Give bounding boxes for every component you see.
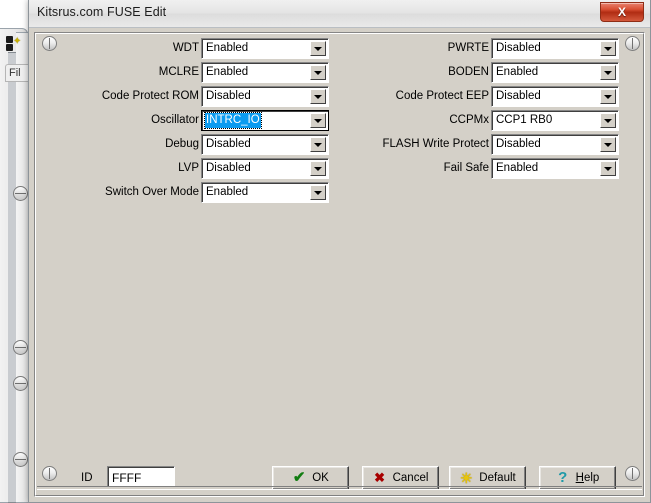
help-button-label: Help (576, 472, 600, 484)
fuse-label: WDT (0, 42, 199, 54)
fuse-combobox[interactable]: Disabled (491, 134, 619, 155)
fuse-edit-dialog: Kitsrus.com FUSE Edit X WDTEnabledMCLREE… (28, 0, 651, 503)
fuse-label: LVP (0, 162, 199, 174)
id-input[interactable] (107, 466, 175, 487)
fuse-combobox-value: Disabled (496, 138, 541, 150)
fuse-combobox[interactable]: Disabled (491, 38, 619, 59)
background-splitter-handle-3[interactable] (13, 376, 28, 391)
fuse-combobox-value: Enabled (206, 186, 248, 198)
fuse-row: Code Protect EEPDisabled (359, 86, 619, 109)
fuse-label: PWRTE (279, 42, 489, 54)
help-label-rest: elp (584, 472, 599, 484)
question-icon: ? (556, 471, 570, 485)
sun-icon: ☀ (459, 471, 473, 485)
fuse-row: PWRTEDisabled (359, 38, 619, 61)
fuse-label: Oscillator (0, 114, 199, 126)
fuse-label: Code Protect EEP (279, 90, 489, 102)
fuse-row: FLASH Write ProtectDisabled (359, 134, 619, 157)
window-title: Kitsrus.com FUSE Edit (37, 5, 166, 19)
footer-separator (37, 486, 642, 490)
chevron-down-icon[interactable] (600, 137, 616, 152)
fuse-label: CCPMx (279, 114, 489, 126)
fuse-combobox-value: Disabled (496, 42, 541, 54)
fuse-combobox[interactable]: Disabled (491, 86, 619, 107)
fuse-combobox-value: Disabled (206, 162, 251, 174)
help-accel-letter: H (576, 472, 584, 484)
fuse-row: Fail SafeEnabled (359, 158, 619, 181)
dialog-footer: ID ✔ OK ✖ Cancel ☀ Default ? Help (29, 442, 650, 502)
fuse-combobox-value: Enabled (496, 66, 538, 78)
fuse-label: Fail Safe (279, 162, 489, 174)
chevron-down-icon[interactable] (600, 161, 616, 176)
chevron-down-icon[interactable] (600, 89, 616, 104)
fuse-row: CCPMxCCP1 RB0 (359, 110, 619, 133)
fuse-row: Switch Over ModeEnabled (69, 182, 329, 205)
fuse-label: Debug (0, 138, 199, 150)
gripper-bottom-right[interactable] (625, 466, 640, 481)
fuse-combobox-value: Enabled (206, 66, 248, 78)
cancel-button-label: Cancel (393, 472, 429, 484)
fuse-label: FLASH Write Protect (279, 138, 489, 150)
screen: ✦ Fil Kitsrus.com FUSE Edit X WDTEnabled… (0, 0, 651, 503)
fuse-label: Switch Over Mode (0, 186, 199, 198)
fuse-combobox-value: Disabled (496, 90, 541, 102)
fuse-combobox[interactable]: Enabled (201, 182, 329, 203)
fuse-combobox-value: INTRC_IO (205, 113, 261, 128)
background-splitter-handle-4[interactable] (13, 452, 28, 467)
id-label: ID (81, 472, 93, 484)
fuse-label: BODEN (279, 66, 489, 78)
fuse-combobox[interactable]: CCP1 RB0 (491, 110, 619, 131)
fuse-combobox[interactable]: Enabled (491, 158, 619, 179)
chevron-down-icon[interactable] (600, 65, 616, 80)
x-icon: ✖ (373, 471, 387, 485)
fuse-combobox-value: Disabled (206, 90, 251, 102)
gripper-top-left[interactable] (42, 36, 57, 51)
fuse-combobox[interactable]: Enabled (491, 62, 619, 83)
chevron-down-icon[interactable] (600, 113, 616, 128)
fuse-combobox-value: Disabled (206, 138, 251, 150)
close-button[interactable]: X (600, 2, 644, 22)
chevron-down-icon[interactable] (600, 41, 616, 56)
gripper-bottom-left[interactable] (42, 466, 57, 481)
fuse-combobox-value: CCP1 RB0 (496, 114, 552, 126)
chevron-down-icon[interactable] (310, 185, 326, 200)
default-button-label: Default (479, 472, 515, 484)
fuse-combobox-value: Enabled (206, 42, 248, 54)
fuse-combobox-value: Enabled (496, 162, 538, 174)
title-bar[interactable]: Kitsrus.com FUSE Edit X (29, 0, 650, 28)
check-icon: ✔ (292, 471, 306, 485)
ok-button-label: OK (312, 472, 329, 484)
background-splitter-handle-2[interactable] (13, 340, 28, 355)
gripper-top-right[interactable] (625, 36, 640, 51)
fuse-row: BODENEnabled (359, 62, 619, 85)
fuse-settings-column-right: PWRTEDisabledBODENEnabledCode Protect EE… (359, 38, 619, 182)
fuse-label: MCLRE (0, 66, 199, 78)
fuse-label: Code Protect ROM (0, 90, 199, 102)
